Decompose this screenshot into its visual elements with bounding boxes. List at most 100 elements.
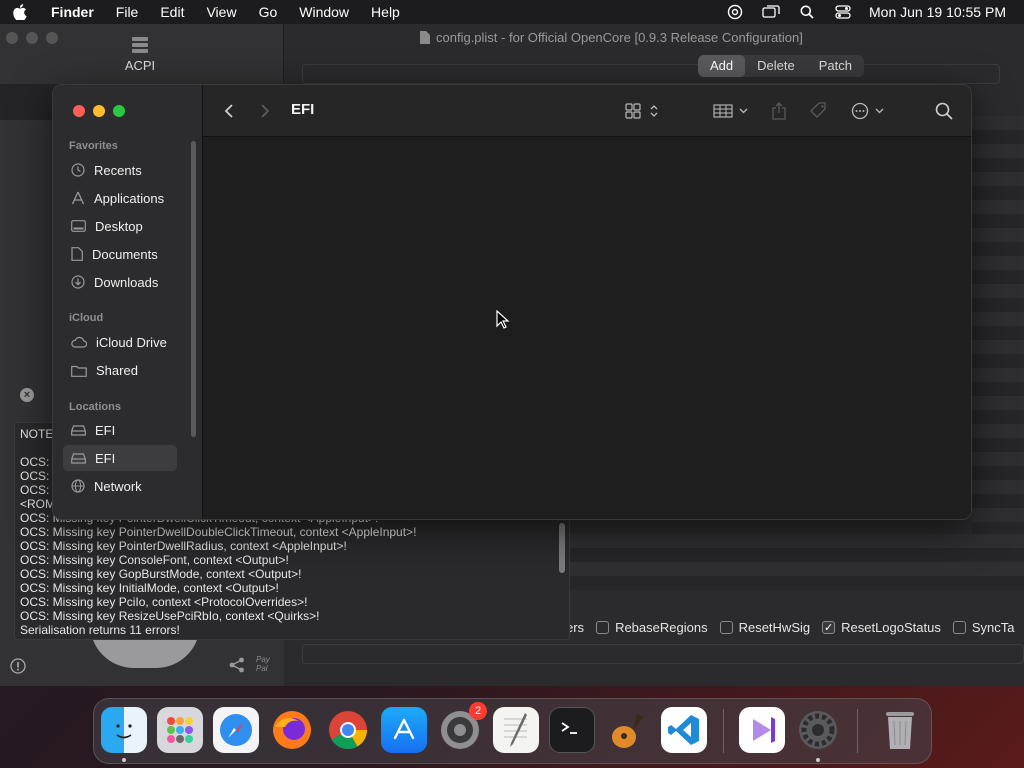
forward-button[interactable] [259,99,271,123]
notification-badge: 2 [469,702,487,720]
log-line: OCS: Missing key PciIo, context <Protoco… [20,595,308,609]
finder-window-title: EFI [291,101,315,118]
document-icon [71,247,83,261]
info-icon[interactable] [10,658,26,674]
sidebar-item-efi[interactable]: EFI [63,417,177,443]
sidebar-item-applications[interactable]: Applications [63,185,177,211]
dock-launchpad-icon[interactable] [157,707,203,753]
ocat-bottom-field [302,644,1024,664]
view-mode-button[interactable] [625,99,659,123]
quirks-checkbox-row: ers RebaseRegions ResetHwSig ✓ ResetLogo… [566,620,1014,635]
tag-button[interactable] [809,99,829,123]
reset-hw-sig-checkbox[interactable] [719,621,733,634]
dock-app-store-icon[interactable] [381,707,427,753]
ocat-window-title: config.plist - for Official OpenCore [0.… [420,30,803,45]
action-menu-button[interactable] [851,99,885,123]
acpi-tab[interactable]: ACPI [110,36,170,73]
sidebar-item-icloud-drive[interactable]: iCloud Drive [63,329,177,355]
log-scrollbar[interactable] [559,523,565,573]
log-close-button[interactable]: × [20,388,34,402]
ocat-close-button[interactable] [6,32,18,44]
ocat-minimize-button[interactable] [26,32,38,44]
segment-patch[interactable]: Patch [807,55,864,77]
menu-edit[interactable]: Edit [149,4,195,20]
sidebar-item-shared[interactable]: Shared [63,357,177,383]
document-icon [420,31,430,44]
menu-clock[interactable]: Mon Jun 19 10:55 PM [861,4,1024,20]
search-button[interactable] [935,99,953,123]
sidebar-item-label: Recents [94,162,142,178]
control-center-icon[interactable] [825,5,861,19]
clock-icon [71,163,85,177]
icon-view-grid-icon [625,103,658,119]
ocat-maximize-button[interactable] [46,32,58,44]
dock-finder-icon[interactable] [101,707,147,753]
cloud-icon [71,336,87,348]
menu-file[interactable]: File [105,4,150,20]
applications-icon [71,191,85,205]
chevron-right-icon [261,104,270,118]
globe-icon [71,479,85,493]
log-line: OCS: Missing key ConsoleFont, context <O… [20,553,289,567]
sidebar-item-documents[interactable]: Documents [63,241,177,267]
dock-separator [723,709,724,753]
drive-icon [71,424,86,436]
menu-view[interactable]: View [195,4,247,20]
apple-menu-icon[interactable] [0,4,40,20]
dock-trash-icon[interactable] [877,707,923,753]
dock-chrome-icon[interactable] [325,707,371,753]
sync-table-label: SyncTa [971,620,1015,635]
dock-garageband-icon[interactable] [605,707,651,753]
sync-table-checkbox[interactable] [952,621,966,634]
sidebar-item-label: Desktop [95,218,143,234]
close-button[interactable] [73,105,85,117]
shared-folder-icon [71,365,87,377]
sidebar-item-label: Downloads [94,274,159,290]
menu-window[interactable]: Window [288,4,360,20]
sidebar-item-label: Applications [94,190,165,206]
group-by-icon [713,104,748,118]
dock-firefox-icon[interactable] [269,707,315,753]
sidebar-scrollbar[interactable] [191,141,196,437]
share-button[interactable] [771,99,787,123]
segment-add[interactable]: Add [698,55,746,77]
log-line: OCS: Missing key ResizeUsePciRbIo, conte… [20,609,320,623]
sidebar-item-efi-selected[interactable]: EFI [63,445,177,471]
dock-safari-icon[interactable] [213,707,259,753]
ocat-window-controls [6,32,58,44]
dock-visual-studio-icon[interactable] [739,707,785,753]
sidebar-item-downloads[interactable]: Downloads [63,269,177,295]
rebase-regions-checkbox[interactable] [596,621,610,634]
sidebar-item-desktop[interactable]: Desktop [63,213,177,239]
ellipsis-circle-icon [851,102,884,120]
minimize-button[interactable] [93,105,105,117]
sidebar-item-label: Documents [92,246,158,262]
spotlight-search-icon[interactable] [789,5,825,19]
desktop-icon [71,220,86,232]
finder-window: Favorites Recents Applications Desktop D… [52,84,972,520]
menu-go[interactable]: Go [248,4,289,20]
sidebar-item-label: EFI [95,422,116,438]
reset-logo-status-checkbox[interactable]: ✓ [822,621,836,634]
segment-delete[interactable]: Delete [745,55,807,77]
group-button[interactable] [713,99,749,123]
dock-system-settings-icon[interactable] [795,707,841,753]
menu-help[interactable]: Help [360,4,411,20]
share-icon [772,102,786,120]
share-icon[interactable] [228,656,246,674]
dock-textedit-icon[interactable] [493,707,539,753]
acpi-label: ACPI [124,58,156,73]
back-button[interactable] [223,99,235,123]
chevron-left-icon [224,104,233,118]
opencore-status-icon[interactable] [717,4,753,20]
screen-mirroring-icon[interactable] [753,5,789,19]
drive-icon [71,452,86,464]
sidebar-item-network[interactable]: Network [63,473,177,499]
sidebar-item-recents[interactable]: Recents [63,157,177,183]
menu-app-name[interactable]: Finder [40,4,105,20]
finder-content-area[interactable] [203,137,971,519]
maximize-button[interactable] [113,105,125,117]
paypal-label[interactable]: Pay Pal [256,655,272,673]
dock-vscode-icon[interactable] [661,707,707,753]
dock-terminal-icon[interactable] [549,707,595,753]
